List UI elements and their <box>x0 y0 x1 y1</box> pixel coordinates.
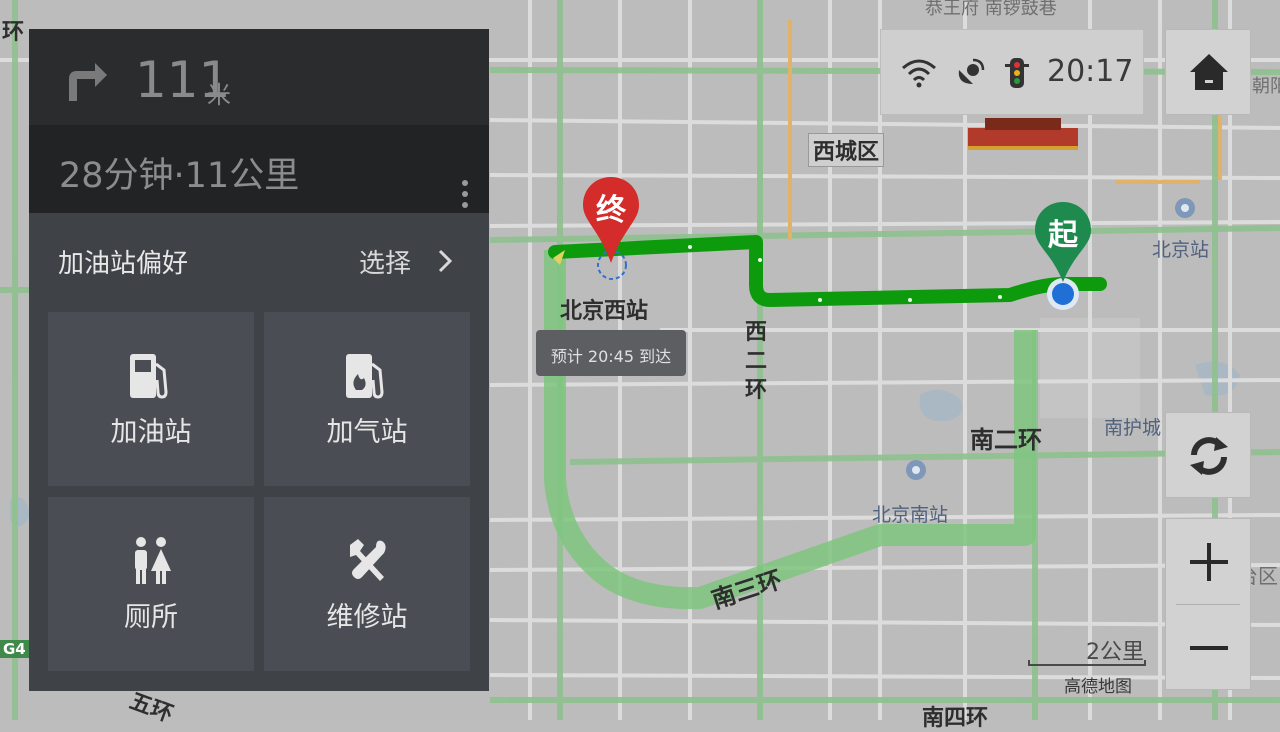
tile-gas-station[interactable]: 加油站 <box>48 312 254 486</box>
minus-icon <box>1190 646 1228 650</box>
turn-distance-unit: 米 <box>207 81 231 109</box>
destination-marker[interactable]: 终 <box>581 175 641 265</box>
repair-station-icon <box>350 539 386 581</box>
zoom-out-button[interactable] <box>1166 605 1250 691</box>
start-marker[interactable]: 起 <box>1033 200 1093 284</box>
gps-satellite-icon <box>958 58 985 84</box>
clock-time: 20:17 <box>1047 54 1134 89</box>
map-label-beijing-west: 北京西站 <box>560 299 649 324</box>
map-label-west-second-ring: 西二环 <box>745 320 768 403</box>
eta-text: 预计 20:45 到达 <box>550 347 672 366</box>
map-label-south-moat: 南护城 <box>1104 417 1162 439</box>
turn-instruction-bar[interactable]: 111 米 <box>29 29 489 125</box>
refresh-icon <box>1190 437 1228 475</box>
gas-preference-title: 加油站偏好 <box>58 249 189 279</box>
home-icon <box>1190 54 1228 90</box>
destination-marker-label: 终 <box>596 193 626 228</box>
turn-right-arrow-icon <box>69 63 107 101</box>
gas-preference-row[interactable]: 加油站偏好 选择 <box>29 213 489 308</box>
map-label-ring-left: 环 <box>2 20 25 45</box>
poi-search-panel: 加油站偏好 选择 加油站 加气站 厕所 维修站 <box>29 213 489 691</box>
map-scale: 2公里 高德地图 <box>1026 632 1148 697</box>
map-label-beijing-station: 北京站 <box>1152 239 1210 261</box>
chevron-right-icon <box>438 249 453 273</box>
toilet-icon <box>135 537 171 584</box>
tile-gas-refill-station[interactable]: 加气站 <box>264 312 470 486</box>
brand-logo: 高德地图 <box>1064 677 1132 697</box>
map-label-chaoyang: 朝阳 <box>1252 76 1280 97</box>
map-label-south-fourth-ring: 南四环 <box>922 706 989 731</box>
zoom-control <box>1165 518 1251 690</box>
plus-icon <box>1190 543 1228 581</box>
map-label-g4: G4 <box>0 640 29 658</box>
refresh-route-button[interactable] <box>1165 412 1251 498</box>
wifi-icon <box>902 59 936 88</box>
tile-toilet-label: 厕所 <box>124 602 178 633</box>
traffic-light-icon <box>1005 58 1029 88</box>
status-bar: 20:17 <box>880 29 1144 115</box>
map-label-xicheng: 西城区 <box>808 133 885 167</box>
map-label-beijing-south: 北京南站 <box>872 504 949 526</box>
choose-link[interactable]: 选择 <box>359 243 411 280</box>
scale-bar <box>1028 660 1146 666</box>
map-label-south-second-ring: 南二环 <box>970 426 1042 454</box>
zoom-in-button[interactable] <box>1166 519 1250 605</box>
tile-gas-station-label: 加油站 <box>110 417 192 448</box>
gas-refill-station-icon <box>346 354 384 399</box>
start-marker-label: 起 <box>1048 218 1078 253</box>
more-options-icon[interactable] <box>455 180 475 210</box>
tile-gas-refill-station-label: 加气站 <box>326 417 408 448</box>
route-summary-bar[interactable]: 28分钟·11公里 <box>29 125 489 215</box>
route-summary: 28分钟·11公里 <box>59 156 300 196</box>
gas-station-icon <box>130 354 168 399</box>
home-button[interactable] <box>1165 29 1251 115</box>
tile-toilet[interactable]: 厕所 <box>48 497 254 671</box>
eta-tooltip: 预计 20:45 到达 <box>536 330 686 376</box>
tile-repair-station-label: 维修站 <box>326 602 408 633</box>
map-label-top-street: 恭王府 南锣鼓巷 <box>925 0 1057 19</box>
tile-repair-station[interactable]: 维修站 <box>264 497 470 671</box>
